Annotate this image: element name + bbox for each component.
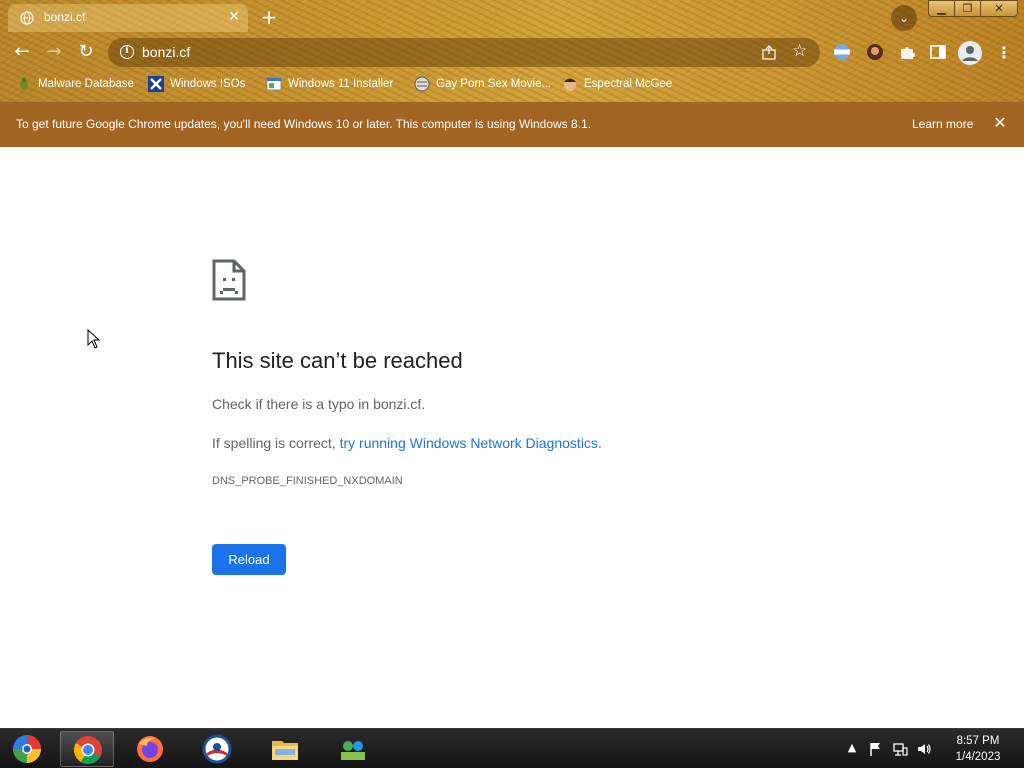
new-tab-button[interactable]: + [258,7,280,29]
error-page: This site can’t be reached Check if ther… [0,147,1024,728]
error-title: This site can’t be reached [212,348,463,373]
face-icon [564,78,576,91]
taskbar: ▲ 8:57 PM 1/4/2023 [0,728,1024,768]
bookmark-label: Windows ISOs [170,78,246,90]
error-typo-hint: Check if there is a typo in bonzi.cf. [212,396,426,412]
diagnostics-prefix: If spelling is correct, [212,435,340,451]
error-code: DNS_PROBE_FINISHED_NXDOMAIN [212,475,403,487]
taskbar-firefox[interactable] [123,731,177,767]
extensions-puzzle-icon[interactable] [898,43,916,61]
clock-date: 1/4/2023 [955,751,1001,763]
bookmark-malware-database[interactable]: Malware Database [16,74,134,94]
infobar-message: To get future Google Chrome updates, you… [16,117,592,131]
sad-page-icon [212,259,246,301]
volume-icon[interactable] [916,741,932,757]
chrome-icon [74,736,102,764]
infobar-close-icon[interactable]: ✕ [991,114,1009,132]
network-diagnostics-link[interactable]: try running Windows Network Diagnostics [340,435,598,451]
reload-icon[interactable]: ↻ [75,41,97,63]
chrome-menu-icon[interactable]: ⋮ [996,43,1012,63]
taskbar-chrome[interactable] [60,731,114,767]
side-panel-icon[interactable] [929,43,947,61]
taskbar-file-explorer[interactable] [258,731,312,767]
system-clock[interactable]: 8:57 PM 1/4/2023 [944,733,1012,765]
bookmark-espectral-mcgee[interactable]: Espectral McGee [562,74,672,94]
bug-icon [20,78,28,90]
tab-title: bonzi.cf [44,10,86,24]
close-window-button[interactable]: ✕ [980,0,1018,17]
tab-search-chevron-icon[interactable]: ⌄ [891,5,917,31]
reload-button[interactable]: Reload [212,544,286,575]
close-tab-icon[interactable]: ✕ [226,9,242,25]
network-app-icon [341,741,365,760]
window-icon [266,77,282,91]
bookmark-label: Gay Porn Sex Movie... [436,78,552,90]
update-infobar: To get future Google Chrome updates, you… [0,102,1024,147]
action-center-flag-icon[interactable] [868,741,884,757]
windows-logo-icon [13,735,41,763]
firefox-icon [137,736,163,762]
clock-time: 8:57 PM [956,735,1000,747]
bookmarks-bar: Malware Database Windows ISOs Windows 11… [0,74,1024,94]
show-hidden-icons-chevron[interactable]: ▲ [844,741,860,757]
taskbar-network-app[interactable] [326,731,380,767]
extension-avatar-icon[interactable] [866,43,884,61]
x-icon [148,76,164,92]
bookmark-label: Espectral McGee [584,78,673,90]
profile-avatar-icon[interactable] [957,40,983,66]
address-bar[interactable]: i bonzi.cf ☆ [108,38,820,67]
error-diagnostics-hint: If spelling is correct, try running Wind… [212,435,602,451]
bookmark-label: Windows 11 Installer [288,78,394,90]
globe-icon [414,76,430,92]
taskbar-obama-logo[interactable] [190,731,244,767]
back-button[interactable]: ← [11,41,33,63]
bookmark-gay-porn-sex-movie[interactable]: Gay Porn Sex Movie... [414,74,551,94]
network-icon[interactable] [892,741,908,757]
globe-icon [20,11,34,25]
minimize-button[interactable]: ▁ [928,0,955,17]
bookmark-star-icon[interactable]: ☆ [792,41,807,61]
diagnostics-suffix: . [597,435,602,451]
obama-logo-icon [202,734,232,764]
share-icon[interactable] [760,44,778,62]
extension-flag-icon[interactable] [833,43,851,61]
learn-more-link[interactable]: Learn more [912,117,973,131]
start-button[interactable] [0,731,54,767]
forward-button[interactable]: → [43,41,65,63]
url-text[interactable]: bonzi.cf [142,44,190,60]
file-explorer-icon [272,741,298,760]
site-info-icon[interactable]: i [120,45,134,59]
mouse-cursor-icon [87,329,101,349]
bookmark-label: Malware Database [38,78,134,90]
bookmark-windows-isos[interactable]: Windows ISOs [148,74,245,94]
restore-button[interactable]: ❐ [954,0,981,17]
tab-active[interactable]: bonzi.cf ✕ [8,4,248,32]
bookmark-windows-11-installer[interactable]: Windows 11 Installer [266,74,393,94]
browser-frame: bonzi.cf ✕ + ⌄ ▁ ❐ ✕ ← → ↻ i bonzi.cf ☆ … [0,0,1024,102]
